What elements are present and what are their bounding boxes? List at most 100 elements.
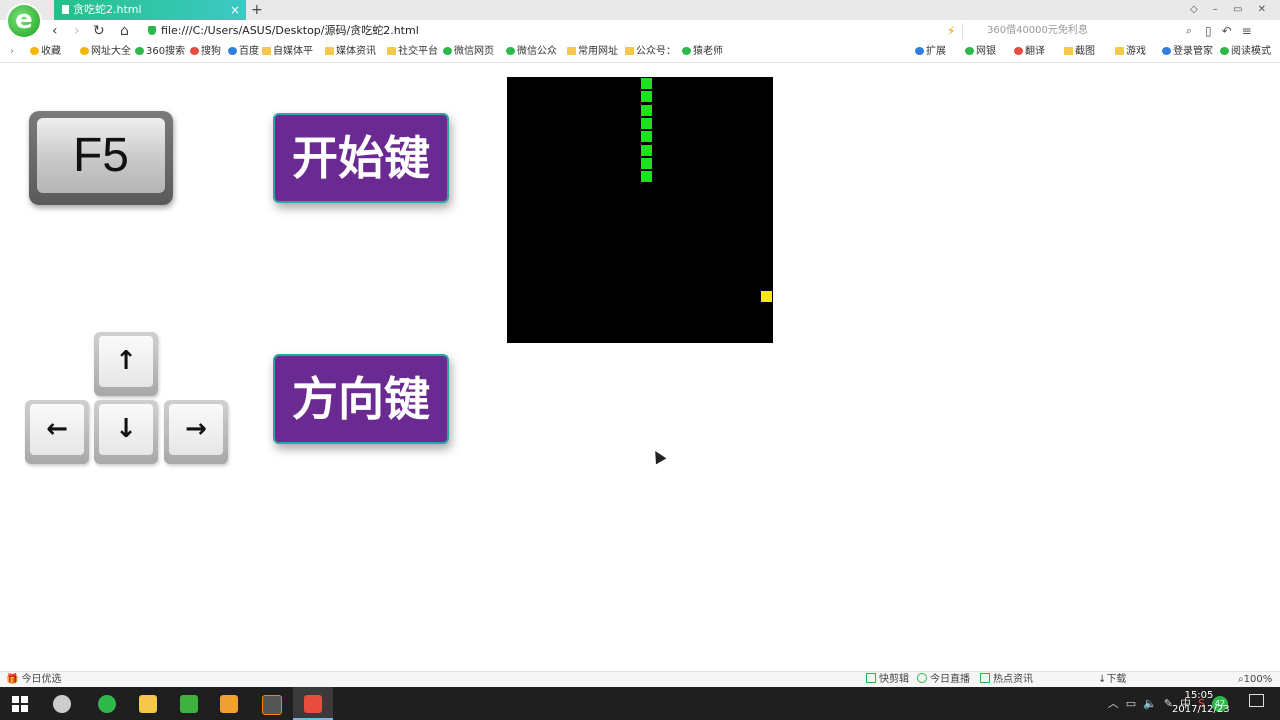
arrow-right-icon: → xyxy=(169,404,223,455)
browser-logo-icon[interactable]: e xyxy=(8,5,40,37)
status-quick-edit[interactable]: 快剪辑 xyxy=(866,672,909,688)
chevron-up-icon[interactable]: ︿ xyxy=(1108,697,1119,710)
windows-logo-icon xyxy=(12,696,28,712)
status-hot-news[interactable]: 热点资讯 xyxy=(980,672,1033,688)
tab-active[interactable]: 贪吃蛇2.html × xyxy=(54,0,246,20)
start-button[interactable] xyxy=(0,687,40,720)
folder-icon xyxy=(262,47,271,55)
bookmark-item[interactable]: 360搜索 xyxy=(135,42,185,62)
snake-segment xyxy=(641,157,652,169)
pinwheel-icon xyxy=(53,695,71,713)
taskbar: ︿ ▭ 🔈 ✎ 中 S 42 xyxy=(0,687,1280,720)
page-icon xyxy=(62,5,69,14)
window-controls[interactable]: ◇ – ▭ ✕ xyxy=(1190,0,1272,20)
bookmark-item[interactable]: 微信网页 xyxy=(443,42,494,62)
bookmark-item[interactable]: 自媒体平 xyxy=(262,42,313,62)
back-button[interactable]: ‹ xyxy=(52,20,58,42)
gamepad-icon xyxy=(1115,47,1124,55)
bookmark-item[interactable]: 搜狗 xyxy=(190,42,221,62)
live-icon xyxy=(917,673,927,683)
today-picks-link[interactable]: 🎁 今日优选 xyxy=(6,672,61,688)
snake-segment xyxy=(641,104,652,116)
bookmark-item[interactable]: 媒体资讯 xyxy=(325,42,376,62)
taskbar-app[interactable] xyxy=(42,687,82,720)
arrow-up-key: ↑ xyxy=(94,332,158,396)
recorder-icon xyxy=(304,695,322,713)
camtasia-icon xyxy=(180,695,198,713)
toolbar-screenshot[interactable]: 截图 xyxy=(1064,42,1095,62)
status-live[interactable]: 今日直播 xyxy=(917,672,970,688)
folder-icon xyxy=(387,47,396,55)
snake-segment xyxy=(641,131,652,143)
arrow-up-icon: ↑ xyxy=(99,336,153,387)
clock-date: 2017/12/23 xyxy=(1172,704,1230,715)
arrow-right-key: → xyxy=(164,400,228,464)
bookmark-item[interactable]: 猿老师 xyxy=(682,42,723,62)
speed-bolt-icon[interactable]: ⚡ xyxy=(947,20,955,42)
toolbar-bank[interactable]: 网银 xyxy=(965,42,996,62)
toolbar-reading-mode[interactable]: 阅读模式 xyxy=(1220,42,1271,62)
home-button[interactable]: ⌂ xyxy=(120,20,129,42)
wechat-icon xyxy=(682,47,691,55)
media-player-icon xyxy=(220,695,238,713)
toolbar-login-manager[interactable]: 登录管家 xyxy=(1162,42,1213,62)
address-bar-tools[interactable]: ▯↶≡ xyxy=(1205,20,1262,42)
bookmark-item[interactable]: 常用网址 xyxy=(567,42,618,62)
toolbar-translate[interactable]: 翻译 xyxy=(1014,42,1045,62)
book-icon xyxy=(1220,47,1229,55)
secure-shield-icon xyxy=(148,26,156,35)
toolbar-extensions[interactable]: 扩展 xyxy=(915,42,946,62)
tab-close-button[interactable]: × xyxy=(230,0,240,20)
notification-icon[interactable] xyxy=(1249,694,1264,707)
baidu-icon xyxy=(228,47,237,55)
bookmark-item[interactable]: 社交平台 xyxy=(387,42,438,62)
url-field[interactable]: file:///C:/Users/ASUS/Desktop/源码/贪吃蛇2.ht… xyxy=(148,20,419,42)
toolbar-games[interactable]: 游戏 xyxy=(1115,42,1146,62)
taskbar-app[interactable] xyxy=(251,687,291,720)
zoom-level[interactable]: ⌕100% xyxy=(1238,672,1272,688)
status-bar: 🎁 今日优选 快剪辑 今日直播 热点资讯 ↓下载 ⌕100% xyxy=(0,671,1280,688)
news-icon xyxy=(980,673,990,683)
taskbar-app-active[interactable] xyxy=(293,687,333,720)
bookmark-item[interactable]: 网址大全 xyxy=(80,42,131,62)
bookmarks-bar: › 收藏 网址大全 360搜索 搜狗 百度 自媒体平 媒体资讯 社交平台 微信网… xyxy=(0,42,1280,63)
network-icon[interactable]: ▭ xyxy=(1126,697,1136,710)
bookmarks-expand-icon[interactable]: › xyxy=(10,42,14,62)
key-icon xyxy=(1162,47,1171,55)
folder-icon xyxy=(567,47,576,55)
sogou-icon xyxy=(190,47,199,55)
star-icon xyxy=(30,47,39,55)
food-pellet xyxy=(760,290,772,302)
shield-icon xyxy=(965,47,974,55)
tab-title: 贪吃蛇2.html xyxy=(73,3,142,16)
forward-button[interactable]: › xyxy=(74,20,80,42)
volume-icon[interactable]: 🔈 xyxy=(1143,697,1157,710)
taskbar-app[interactable] xyxy=(128,687,168,720)
f5-key-label: F5 xyxy=(37,118,165,193)
sublime-icon xyxy=(262,695,282,715)
play-icon xyxy=(866,673,876,683)
start-key-button: 开始键 xyxy=(273,113,449,203)
arrow-left-icon: ← xyxy=(30,404,84,455)
refresh-button[interactable]: ↻ xyxy=(93,20,105,42)
clock[interactable]: 15:05 2017/12/23 xyxy=(1172,689,1230,717)
search-icon[interactable]: ⌕ xyxy=(1186,23,1192,39)
folder-icon xyxy=(325,47,334,55)
search-360-icon xyxy=(135,47,144,55)
globe-icon xyxy=(80,47,89,55)
taskbar-app[interactable] xyxy=(87,687,127,720)
arrow-down-icon: ↓ xyxy=(99,404,153,455)
snake-segment xyxy=(641,78,652,89)
game-board[interactable] xyxy=(507,77,773,343)
taskbar-app[interactable] xyxy=(169,687,209,720)
taskbar-app[interactable] xyxy=(209,687,249,720)
new-tab-button[interactable]: + xyxy=(251,0,263,20)
arrow-left-key: ← xyxy=(25,400,89,464)
bookmark-item[interactable]: 微信公众 xyxy=(506,42,557,62)
bookmark-item[interactable]: 公众号： xyxy=(625,42,676,62)
status-download[interactable]: ↓下载 xyxy=(1098,672,1126,688)
snake-segment xyxy=(641,117,652,129)
bookmark-item[interactable]: 收藏 xyxy=(30,42,61,62)
bookmark-item[interactable]: 百度 xyxy=(228,42,259,62)
search-input[interactable]: 360借40000元免利息 ⌕ xyxy=(962,23,1196,39)
